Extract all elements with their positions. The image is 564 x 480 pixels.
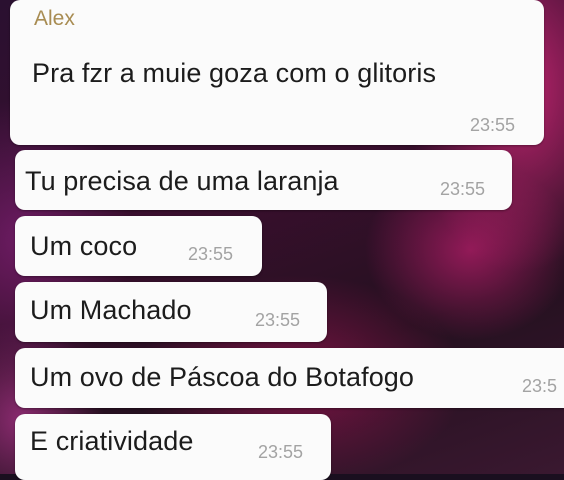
message-bubble[interactable]: Tu precisa de uma laranja 23:55 [15,150,512,210]
message-timestamp: 23:55 [440,179,486,199]
message-text: Um ovo de Páscoa do Botafogo [30,362,415,392]
message-bubble[interactable]: Alex Pra fzr a muie goza com o glitoris … [10,0,544,145]
message-text: Um Machado [30,295,192,325]
message-bubble[interactable]: E criatividade 23:55 [15,414,331,480]
message-bubble[interactable]: Um Machado 23:55 [15,282,327,342]
message-text: Tu precisa de uma laranja [25,166,339,196]
sender-name[interactable]: Alex [34,7,75,31]
message-bubble[interactable]: Um ovo de Páscoa do Botafogo 23:5 [15,348,564,408]
message-list[interactable]: Alex Pra fzr a muie goza com o glitoris … [0,0,564,480]
message-timestamp: 23:5 [522,376,558,396]
message-timestamp: 23:55 [255,310,301,330]
message-text: E criatividade [30,426,194,456]
message-bubble[interactable]: Um coco 23:55 [15,216,262,276]
message-timestamp: 23:55 [258,442,304,462]
message-text: Um coco [30,231,138,261]
message-timestamp: 23:55 [188,244,234,264]
message-text: Pra fzr a muie goza com o glitoris [32,58,437,88]
message-timestamp: 23:55 [470,115,516,135]
